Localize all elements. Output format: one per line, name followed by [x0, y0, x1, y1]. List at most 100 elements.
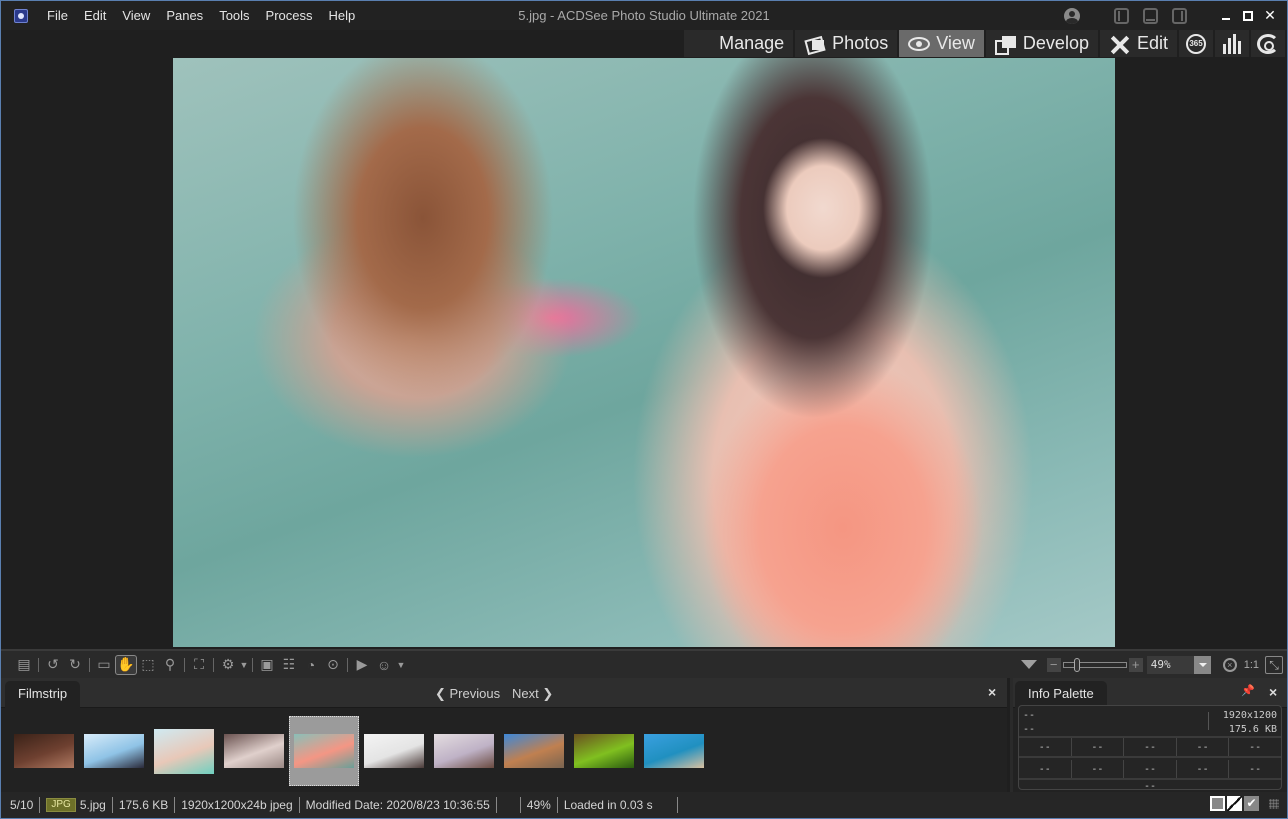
- zoom-slider[interactable]: [1062, 657, 1127, 672]
- info-row: -- -- -- -- --: [1019, 738, 1281, 758]
- mode-tab-edit[interactable]: Edit: [1099, 30, 1177, 57]
- thumbnail-image: [644, 734, 704, 768]
- minimize-button[interactable]: [1215, 1, 1237, 30]
- grid-icon: [693, 36, 713, 52]
- filmstrip-thumbnail[interactable]: [149, 716, 219, 786]
- face-detect-icon[interactable]: ☺: [373, 655, 395, 675]
- pan-hand-icon[interactable]: ✋: [115, 654, 137, 675]
- filmstrip-thumbnail[interactable]: [429, 716, 499, 786]
- main-photo[interactable]: 5.jpg: [173, 58, 1115, 647]
- status-tag-controls: ✔: [1210, 796, 1279, 811]
- mode-tab-label: Photos: [832, 33, 889, 53]
- full-screen-icon[interactable]: ⛶: [188, 655, 210, 675]
- filmstrip-thumbnail[interactable]: [359, 716, 429, 786]
- filmstrip-thumbnail[interactable]: [569, 716, 639, 786]
- image-viewer[interactable]: 5.jpg: [1, 57, 1287, 649]
- zoom-in-button[interactable]: +: [1128, 657, 1143, 672]
- mode-tab-photos[interactable]: Photos: [795, 30, 898, 57]
- develop-icon: [994, 35, 1017, 55]
- mode-tab-view[interactable]: View: [899, 30, 984, 57]
- zoom-level-select[interactable]: 49%: [1146, 655, 1211, 674]
- info-palette-header: Info Palette 📌 ×: [1013, 678, 1287, 708]
- red-eye-icon[interactable]: ⊙: [322, 655, 344, 675]
- divider: [347, 657, 348, 672]
- zoom-menu-icon[interactable]: [1020, 660, 1037, 669]
- thumbnail-image: [224, 734, 284, 768]
- adjust-sliders-icon[interactable]: ☷: [278, 655, 300, 675]
- zoom-dropdown-icon[interactable]: [1193, 655, 1211, 674]
- mode-tab-label: Manage: [719, 33, 785, 53]
- filmstrip-thumbnail[interactable]: [289, 716, 359, 786]
- info-cell: --: [1072, 738, 1125, 756]
- resize-grip-icon[interactable]: [1269, 798, 1279, 809]
- previous-button[interactable]: ❮ Previous: [435, 686, 500, 702]
- mode-tab-dashboard[interactable]: [1215, 30, 1249, 57]
- expand-icon[interactable]: ⤡: [1265, 655, 1283, 674]
- filmstrip-thumbnail[interactable]: [9, 716, 79, 786]
- menu-file[interactable]: File: [39, 8, 76, 23]
- mode-tab-live[interactable]: [1251, 30, 1285, 57]
- close-filmstrip-icon[interactable]: ×: [988, 684, 996, 700]
- filmstrip-thumbnail[interactable]: [219, 716, 289, 786]
- menu-tools[interactable]: Tools: [211, 8, 257, 23]
- tag-partial-icon[interactable]: [1227, 796, 1242, 811]
- light-eq-icon[interactable]: ◔: [300, 655, 322, 675]
- 365-icon: 365: [1186, 33, 1206, 54]
- select-region-icon[interactable]: ⬚: [137, 655, 159, 675]
- status-filename: 5.jpg: [79, 798, 106, 812]
- filmstrip-tab[interactable]: Filmstrip: [5, 681, 81, 708]
- auto-enhance-icon[interactable]: ⚙: [217, 655, 239, 675]
- filmstrip-thumbnail[interactable]: [499, 716, 569, 786]
- zoom-fit-icon[interactable]: ×: [1222, 657, 1237, 672]
- menu-view[interactable]: View: [114, 8, 158, 23]
- menu-process[interactable]: Process: [258, 8, 321, 23]
- rotate-left-icon[interactable]: ↺: [42, 655, 64, 675]
- app-logo-icon[interactable]: [14, 8, 28, 23]
- image-basket-icon[interactable]: ▤: [13, 655, 35, 675]
- title-bar: File Edit View Panes Tools Process Help …: [1, 1, 1287, 30]
- filmstrip-view-icon[interactable]: ▣: [256, 655, 278, 675]
- filmstrip-thumbnail[interactable]: [639, 716, 709, 786]
- toggle-right-pane-icon[interactable]: [1172, 7, 1187, 24]
- info-palette-tab[interactable]: Info Palette: [1015, 681, 1107, 708]
- divider: [213, 657, 214, 672]
- format-badge: JPG: [46, 798, 76, 812]
- filmstrip-panel: Filmstrip ❮ Previous Next ❯ ×: [1, 678, 1007, 792]
- info-table: -- -- 1920x1200 175.6 KB -- -- -- -- -- …: [1018, 705, 1282, 792]
- close-info-palette-icon[interactable]: ×: [1269, 684, 1277, 700]
- info-cell: --: [1124, 760, 1177, 778]
- filmstrip-thumbnail[interactable]: [79, 716, 149, 786]
- zoom-level-value: 49%: [1150, 657, 1171, 671]
- zoom-slider-thumb[interactable]: [1073, 657, 1080, 672]
- user-account-icon[interactable]: [1064, 7, 1080, 24]
- mode-tab-365[interactable]: 365: [1179, 30, 1213, 57]
- tag-check-icon[interactable]: ✔: [1244, 796, 1259, 811]
- more-tools-dropdown-icon[interactable]: ▼: [395, 655, 407, 675]
- auto-enhance-dropdown-icon[interactable]: ▼: [239, 655, 249, 675]
- mode-tab-develop[interactable]: Develop: [985, 30, 1098, 57]
- maximize-icon: [1243, 10, 1253, 21]
- divider: [184, 657, 185, 672]
- menu-panes[interactable]: Panes: [158, 8, 211, 23]
- filmstrip-header: Filmstrip ❮ Previous Next ❯ ×: [1, 678, 1007, 708]
- tag-none-icon[interactable]: [1210, 796, 1225, 811]
- toggle-bottom-pane-icon[interactable]: [1143, 7, 1158, 24]
- info-cell: --: [1124, 738, 1177, 756]
- next-button[interactable]: Next ❯: [512, 686, 553, 702]
- close-window-button[interactable]: ✕: [1259, 1, 1281, 30]
- mode-tab-manage[interactable]: Manage: [684, 30, 794, 57]
- maximize-button[interactable]: [1237, 1, 1259, 30]
- menu-edit[interactable]: Edit: [76, 8, 114, 23]
- select-face-icon[interactable]: ▭: [93, 655, 115, 675]
- slideshow-icon[interactable]: ▶: [351, 655, 373, 675]
- zoom-tool-icon[interactable]: ⚲: [159, 655, 181, 675]
- zoom-out-button[interactable]: −: [1046, 657, 1061, 672]
- actual-size-button[interactable]: 1:1: [1244, 659, 1259, 671]
- menu-help[interactable]: Help: [321, 8, 364, 23]
- rotate-right-icon[interactable]: ↻: [64, 655, 86, 675]
- bar-chart-icon: [1223, 33, 1241, 54]
- info-cell: --: [1177, 738, 1230, 756]
- next-label: Next: [512, 686, 539, 701]
- pin-icon[interactable]: 📌: [1241, 684, 1255, 697]
- toggle-left-pane-icon[interactable]: [1114, 7, 1129, 24]
